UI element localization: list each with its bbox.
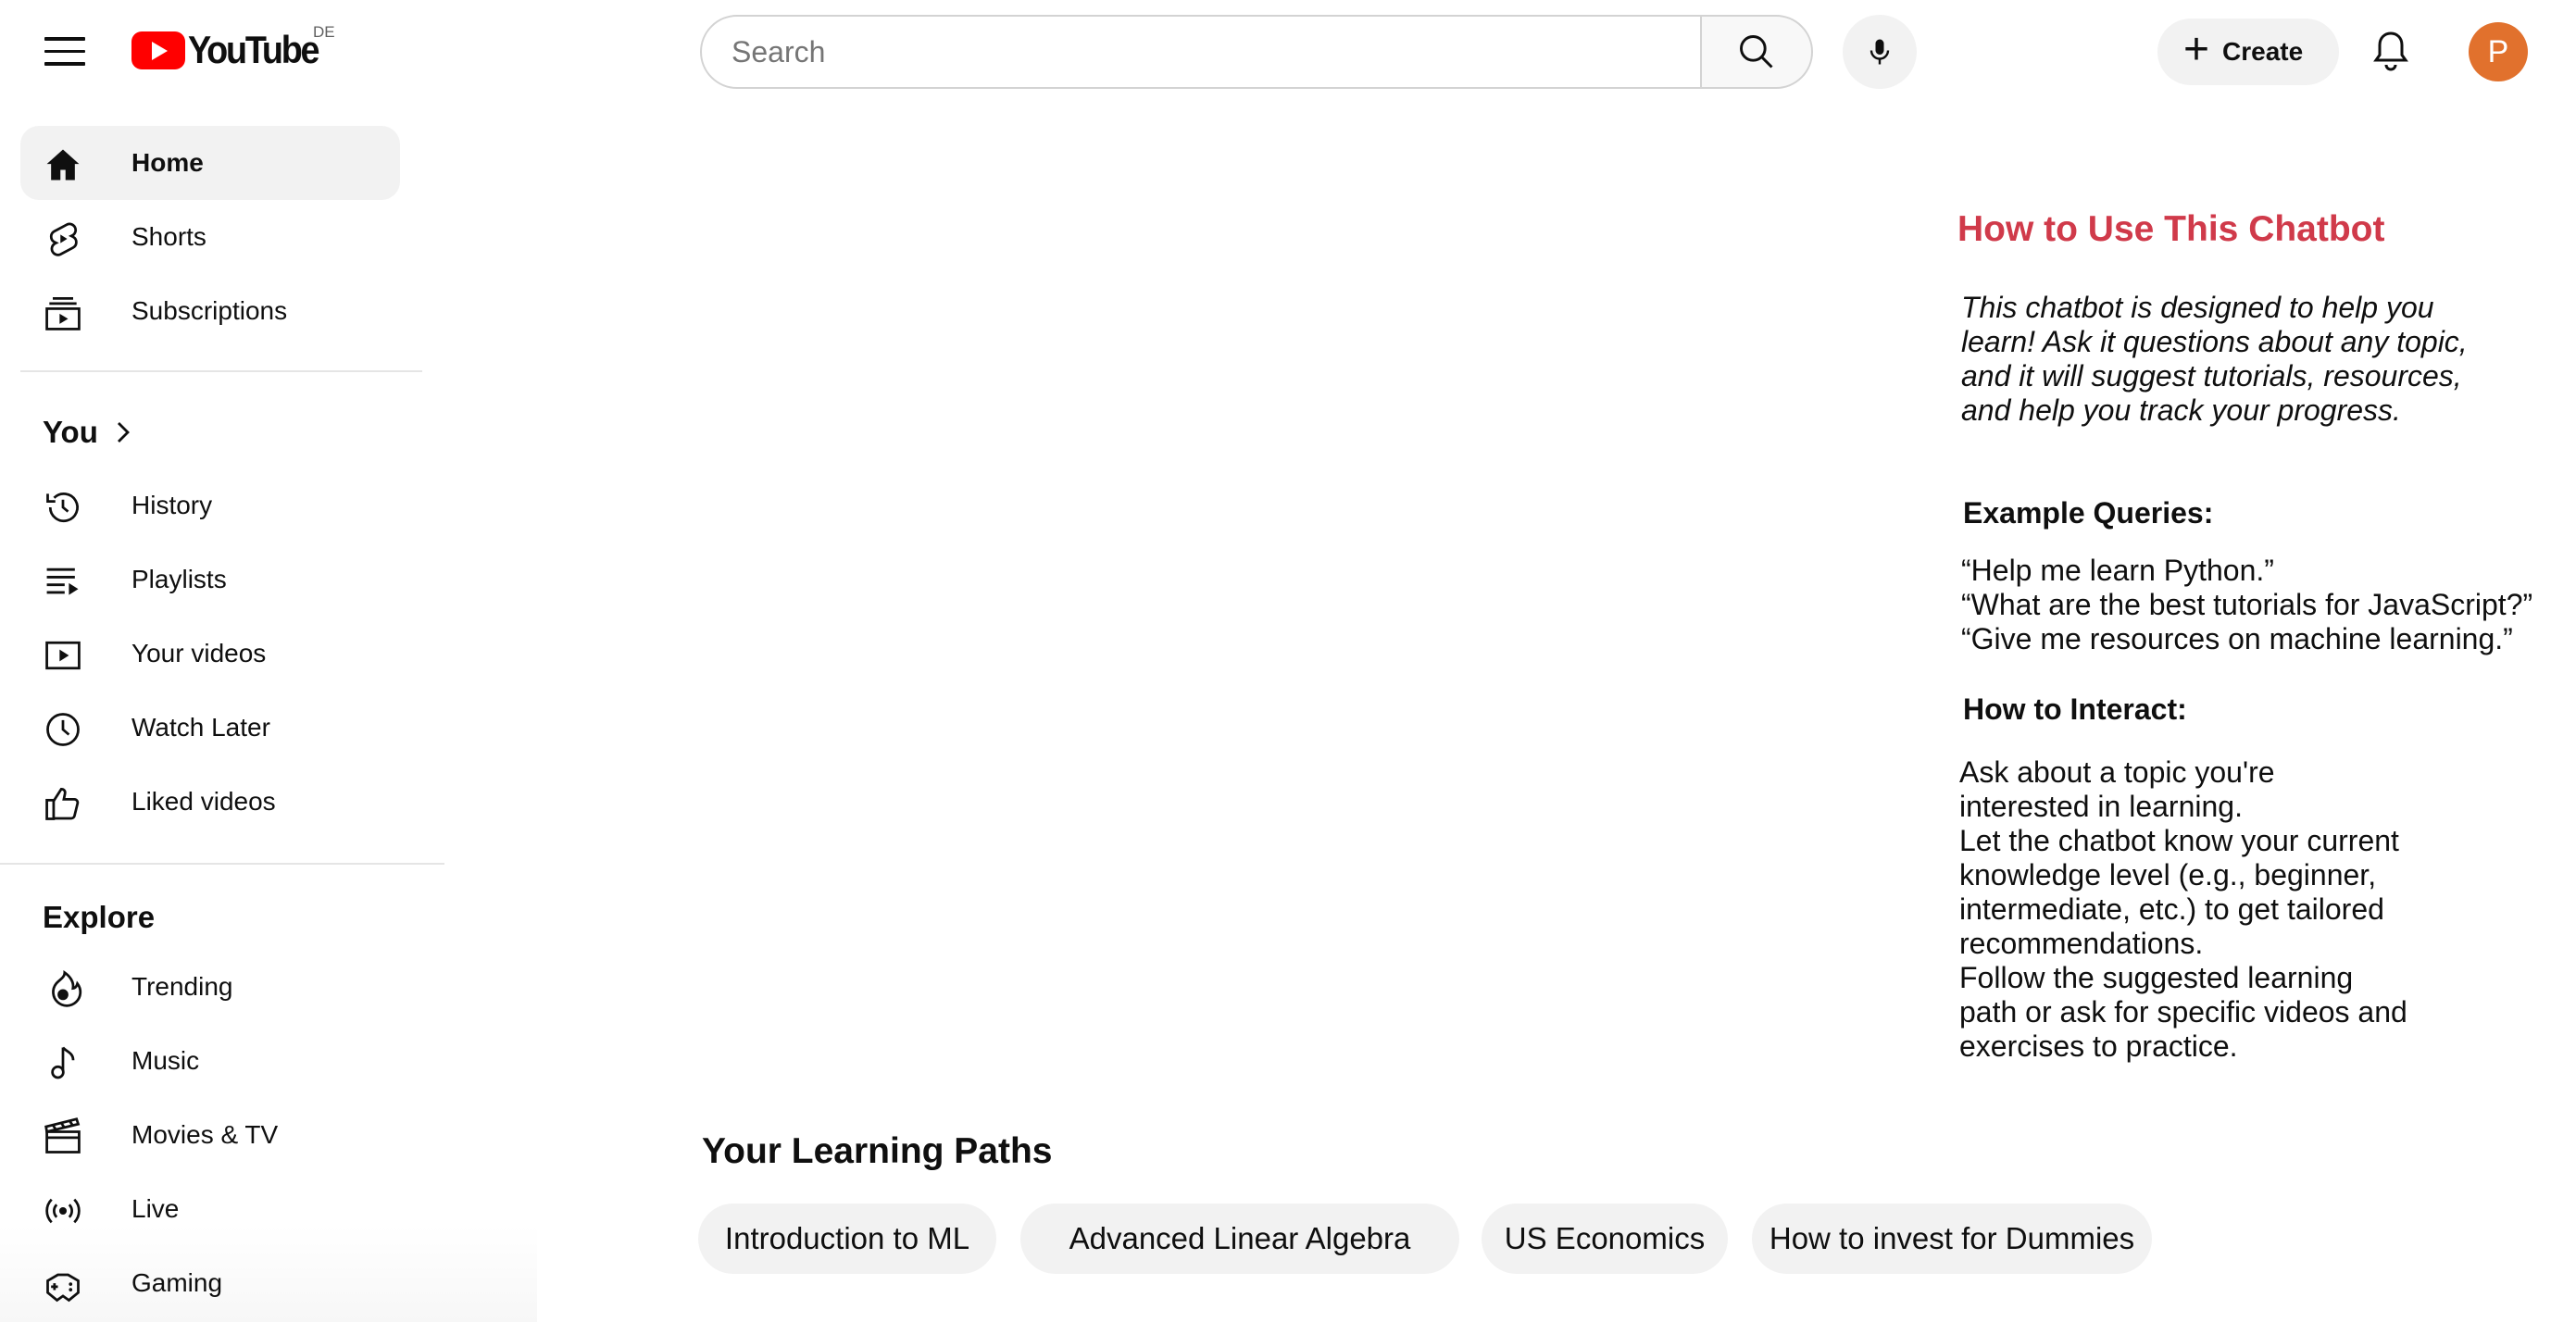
plus-icon: + — [2183, 25, 2210, 74]
sidebar-item-subscriptions[interactable]: Subscriptions — [20, 274, 400, 348]
sidebar-item-liked-videos[interactable]: Liked videos — [20, 765, 400, 839]
examples-heading: Example Queries: — [1963, 496, 2214, 530]
voice-search-button[interactable] — [1843, 15, 1917, 89]
notifications-bell-icon[interactable] — [2369, 28, 2413, 76]
sidebar-item-watch-later[interactable]: Watch Later — [20, 691, 400, 765]
instruction-line: path or ask for specific videos and — [1959, 995, 2407, 1029]
instruction-line: recommendations. — [1959, 927, 2204, 960]
search-input[interactable] — [732, 34, 1700, 69]
learning-path-chip[interactable]: How to invest for Dummies — [1752, 1204, 2152, 1274]
search-icon — [1740, 35, 1773, 69]
example-query: “Give me resources on machine learning.” — [1961, 622, 2513, 655]
sidebar-item-label: Gaming — [131, 1268, 223, 1297]
chevron-right-icon — [117, 422, 130, 443]
instruction-line: Ask about a topic you're — [1959, 755, 2275, 789]
sidebar-item-your-videos[interactable]: Your videos — [20, 617, 400, 691]
sidebar-item-label: Music — [131, 1046, 200, 1075]
instruction-line: Follow the suggested learning — [1959, 961, 2354, 994]
live-icon — [43, 1191, 83, 1231]
create-label: Create — [2222, 37, 2304, 66]
learning-paths-title: Your Learning Paths — [702, 1131, 1053, 1171]
sidebar-item-label: Live — [131, 1194, 180, 1223]
interact-instructions: Ask about a topic you're interested in l… — [1959, 755, 2407, 1064]
history-icon — [43, 487, 83, 528]
learning-path-chip[interactable]: Advanced Linear Algebra — [1020, 1204, 1459, 1274]
sidebar-item-movies-tv[interactable]: Movies & TV — [20, 1098, 400, 1172]
explore-section-title: Explore — [43, 900, 156, 934]
you-section-title: You — [43, 415, 98, 449]
instruction-line: intermediate, etc.) to get tailored — [1959, 892, 2384, 926]
your-videos-icon — [43, 635, 83, 676]
clapperboard-icon — [43, 1116, 83, 1157]
sidebar-item-label: Subscriptions — [131, 296, 288, 325]
youtube-play-icon — [131, 31, 185, 69]
interact-heading: How to Interact: — [1963, 692, 2187, 726]
sidebar-item-music[interactable]: Music — [20, 1024, 400, 1098]
country-code: DE — [313, 23, 335, 41]
sidebar-item-label: Your videos — [131, 639, 267, 667]
instruction-line: Let the chatbot know your current — [1959, 824, 2399, 857]
gamepad-icon — [43, 1265, 83, 1305]
sidebar-item-playlists[interactable]: Playlists — [20, 543, 400, 617]
you-section-header[interactable]: You — [43, 415, 135, 450]
instruction-line: interested in learning. — [1959, 790, 2243, 823]
sidebar-item-gaming[interactable]: Gaming — [20, 1246, 400, 1320]
sidebar-item-label: Home — [131, 148, 204, 177]
music-icon — [43, 1042, 83, 1083]
sidebar-item-label: History — [131, 491, 213, 519]
instruction-line: exercises to practice. — [1959, 1029, 2238, 1063]
sidebar-item-home[interactable]: Home — [20, 126, 400, 200]
learning-path-chip[interactable]: Introduction to ML — [698, 1204, 996, 1274]
example-query: “What are the best tutorials for JavaScr… — [1961, 588, 2533, 621]
search-button[interactable] — [1700, 15, 1813, 89]
trending-icon — [43, 968, 83, 1009]
create-button[interactable]: + Create — [2157, 19, 2339, 85]
sidebar-item-label: Shorts — [131, 222, 206, 251]
youtube-logo[interactable]: YouTube — [131, 28, 332, 72]
help-intro: This chatbot is designed to help you lea… — [1961, 291, 2468, 427]
sidebar-item-label: Trending — [131, 972, 233, 1001]
avatar[interactable]: P — [2469, 22, 2528, 81]
sidebar-item-label: Playlists — [131, 565, 227, 593]
sidebar: Home Shorts Subscriptions You History Pl… — [0, 111, 537, 1322]
instruction-line: knowledge level (e.g., beginner, — [1959, 858, 2377, 892]
sidebar-item-label: Liked videos — [131, 787, 276, 816]
sidebar-item-live[interactable]: Live — [20, 1172, 400, 1246]
learning-path-chip[interactable]: US Economics — [1482, 1204, 1728, 1274]
subscriptions-icon — [43, 293, 83, 333]
sidebar-item-trending[interactable]: Trending — [20, 950, 400, 1024]
sidebar-divider — [0, 863, 444, 865]
home-icon — [43, 144, 83, 185]
menu-icon[interactable] — [44, 37, 85, 67]
playlists-icon — [43, 561, 83, 602]
microphone-icon — [1869, 39, 1890, 65]
sidebar-item-label: Movies & TV — [131, 1120, 279, 1149]
help-title: How to Use This Chatbot — [1957, 209, 2385, 249]
sidebar-divider — [20, 370, 422, 372]
thumbs-up-icon — [43, 783, 83, 824]
sidebar-item-shorts[interactable]: Shorts — [20, 200, 400, 274]
sidebar-item-history[interactable]: History — [20, 468, 400, 543]
example-query: “Help me learn Python.” — [1961, 554, 2274, 587]
watch-later-icon — [43, 709, 83, 750]
example-queries: “Help me learn Python.” “What are the be… — [1961, 554, 2532, 656]
logo-text: YouTube — [188, 28, 320, 71]
shorts-icon — [43, 218, 83, 259]
sidebar-item-label: Watch Later — [131, 713, 270, 742]
search-box[interactable] — [700, 15, 1702, 89]
